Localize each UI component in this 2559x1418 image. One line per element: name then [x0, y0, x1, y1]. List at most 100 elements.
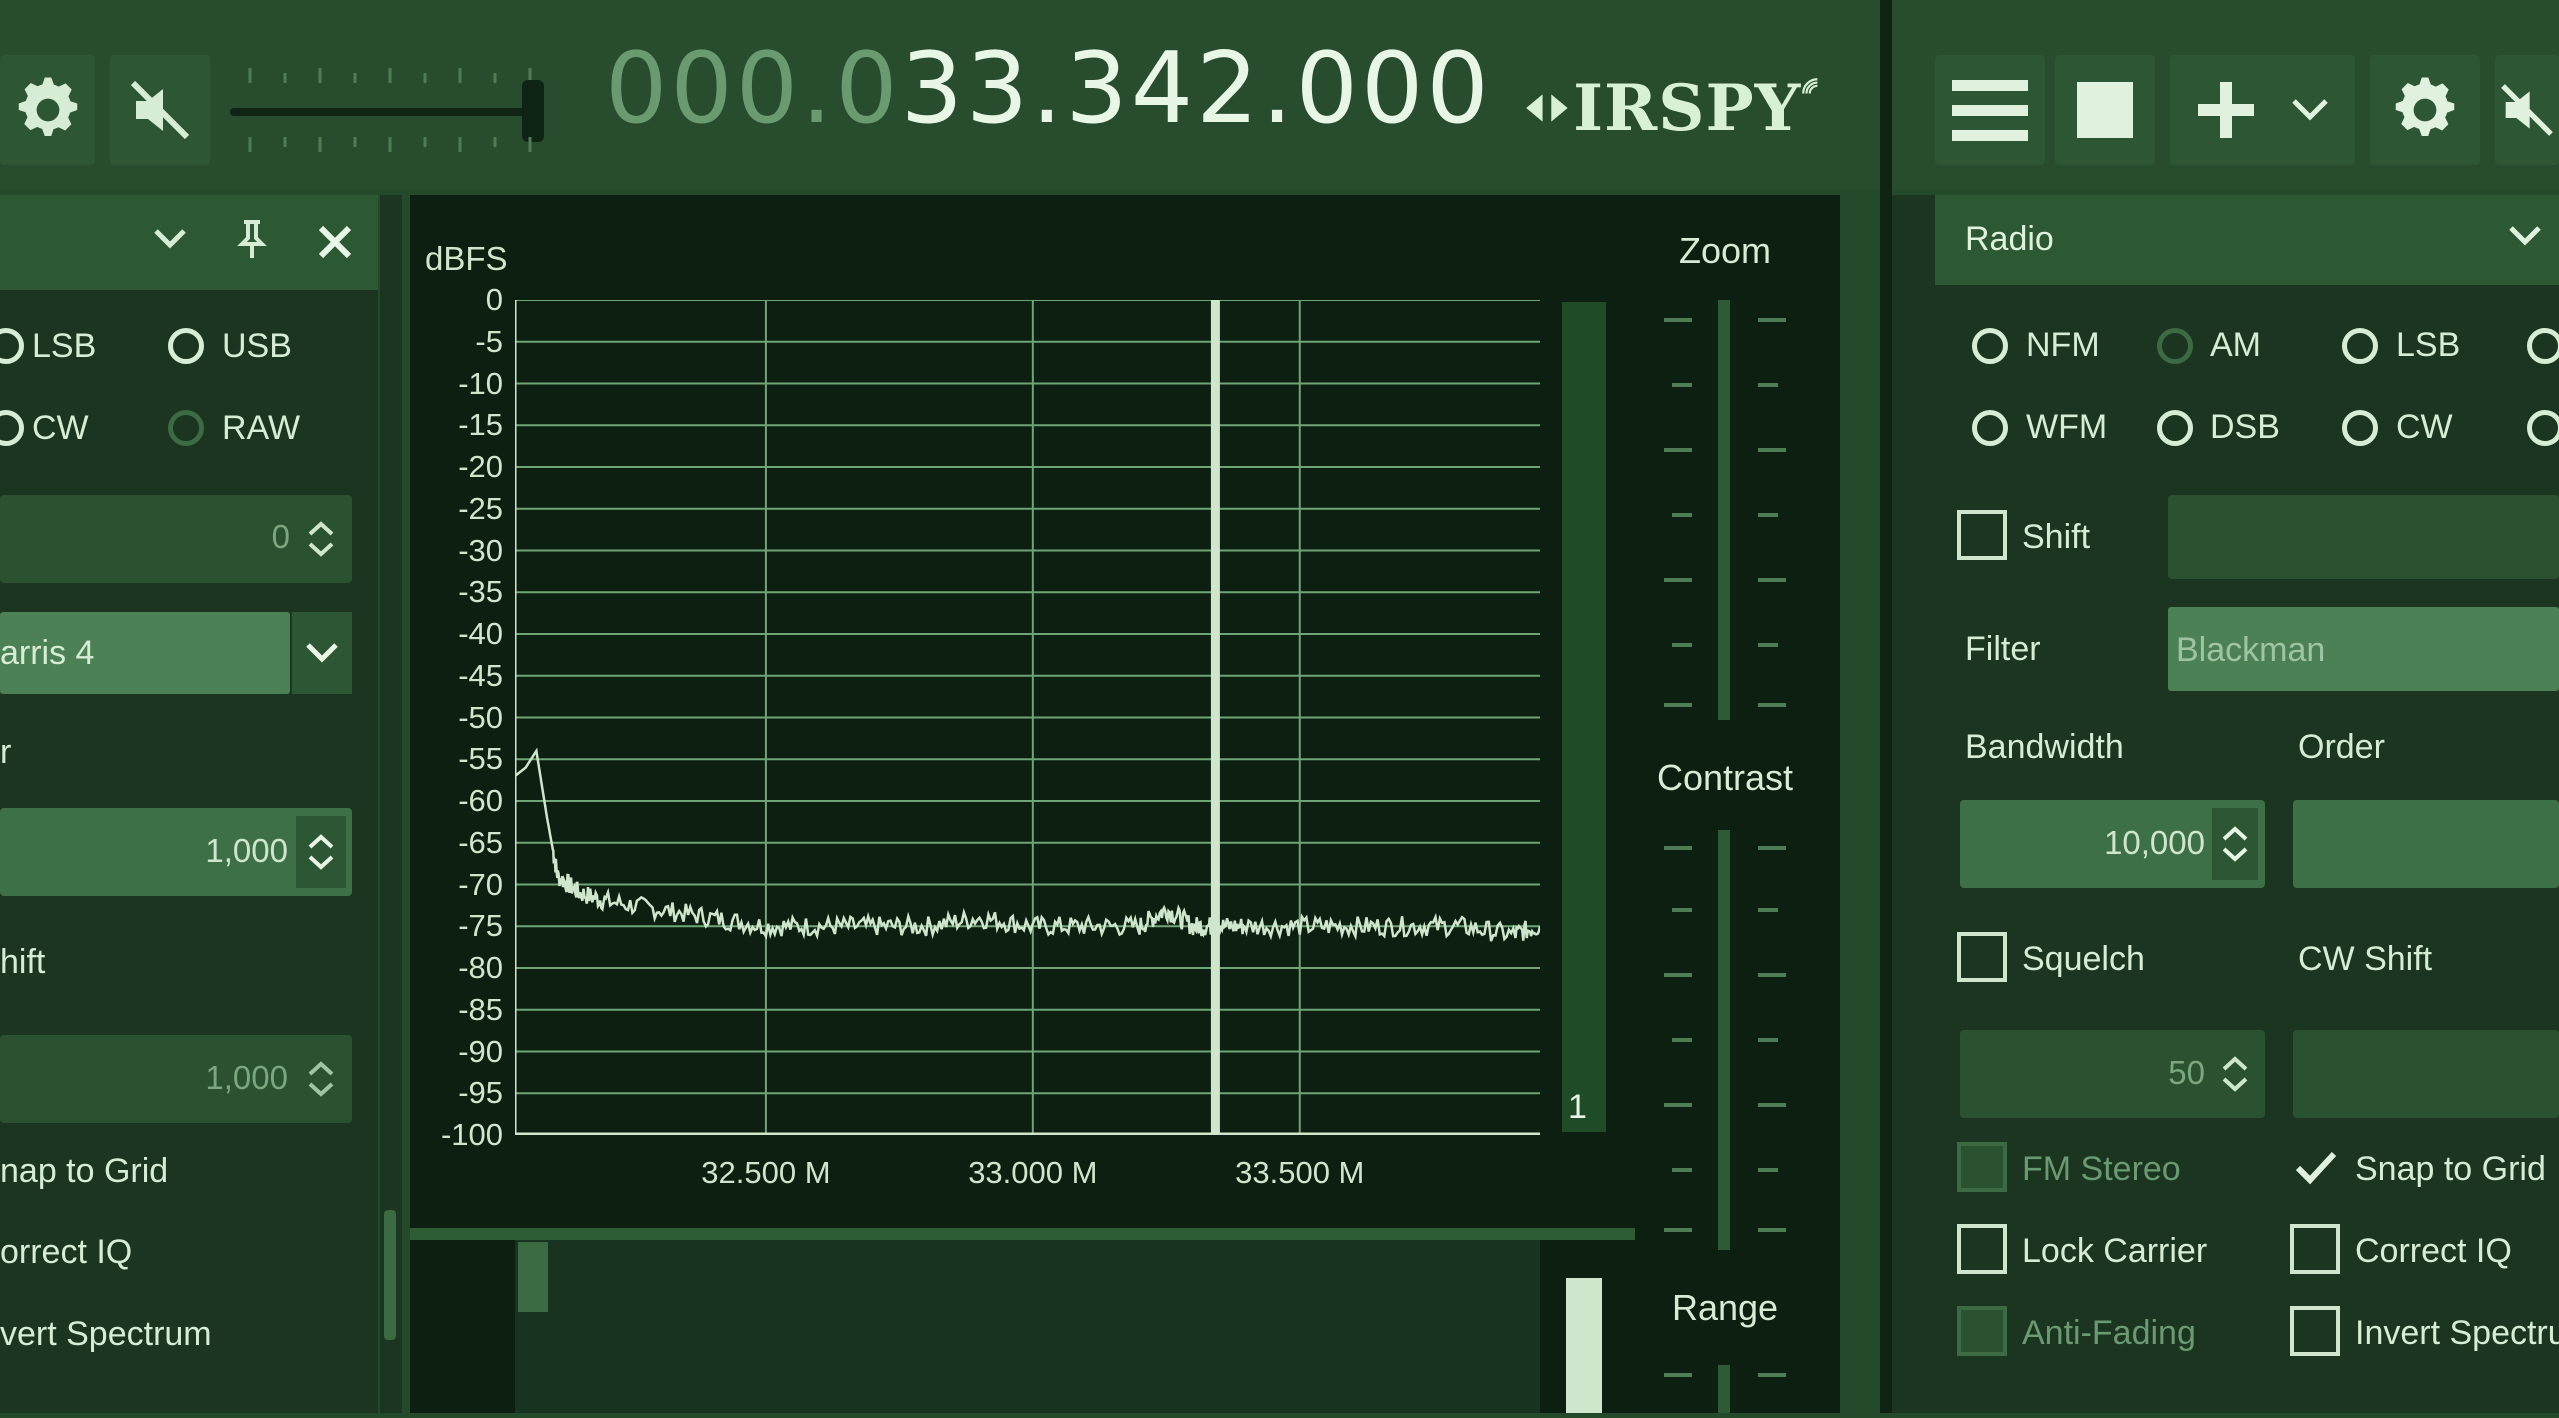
filter-label: r [0, 733, 12, 771]
chevron-up-icon[interactable] [306, 520, 336, 538]
chevron-down-icon[interactable] [306, 1080, 336, 1098]
frequency-leading-digits[interactable]: 000.0 [605, 32, 901, 146]
spinbox-arrows[interactable] [296, 816, 346, 888]
y-tick-label: -45 [458, 657, 503, 693]
radio-lsb-right[interactable] [2342, 328, 2378, 364]
speaker-muted-icon [2501, 84, 2553, 136]
range-slider[interactable] [1662, 1365, 1788, 1413]
y-tick-label: -5 [475, 323, 503, 359]
close-icon[interactable] [315, 222, 355, 262]
spinbox-arrows[interactable] [2212, 1038, 2258, 1110]
y-tick-label: -15 [458, 407, 503, 443]
spinbox-arrows[interactable] [296, 503, 346, 575]
y-tick-label: -35 [458, 574, 503, 610]
spinbox-arrows[interactable] [296, 1043, 346, 1115]
radio-lsb-right-label: LSB [2396, 326, 2461, 364]
radio-cw-right[interactable] [2342, 410, 2378, 446]
settings-button[interactable] [0, 55, 95, 165]
bandwidth-spinbox-value[interactable]: 1,000 [0, 832, 288, 870]
add-button[interactable] [2170, 55, 2355, 165]
y-tick-label: -65 [458, 824, 503, 860]
arrows-icon [1526, 94, 1568, 122]
window-divider [1880, 0, 1892, 1413]
chevron-down-icon[interactable] [2220, 845, 2250, 863]
radio-dsb[interactable] [2157, 410, 2193, 446]
invert-spectrum-right-checkbox[interactable] [2290, 1306, 2340, 1356]
snap-grid-checkbox[interactable] [2290, 1142, 2342, 1194]
y-tick-label: -80 [458, 950, 503, 985]
bandwidth-spinbox-right-value[interactable]: 10,000 [1960, 824, 2205, 862]
chevron-up-icon[interactable] [2220, 1055, 2250, 1073]
contrast-slider[interactable] [1662, 830, 1788, 1250]
chevron-up-icon[interactable] [2220, 825, 2250, 843]
chevron-up-icon[interactable] [306, 1060, 336, 1078]
volume-slider-handle[interactable] [522, 80, 544, 142]
waterfall[interactable] [515, 1240, 1540, 1413]
scrollbar-thumb[interactable] [384, 1210, 396, 1340]
waterfall-splitter[interactable] [410, 1228, 1635, 1240]
bandwidth-spinbox[interactable]: 1,000 [0, 808, 352, 896]
squelch-spinbox-value[interactable]: 50 [1960, 1054, 2205, 1092]
zoom-slider[interactable] [1662, 300, 1788, 720]
chevron-down-icon[interactable] [2220, 1075, 2250, 1093]
radio-cw-right-label: CW [2396, 408, 2453, 446]
shift-value-input[interactable] [2168, 495, 2559, 579]
radio-usb-right[interactable] [2527, 328, 2559, 364]
pin-icon[interactable] [232, 218, 272, 262]
mute-button-right[interactable] [2495, 55, 2559, 165]
filter-dropdown-value[interactable]: Blackman [2176, 631, 2325, 670]
shift-checkbox[interactable] [1957, 510, 2007, 560]
shift-spinbox[interactable]: 1,000 [0, 1035, 352, 1123]
y-tick-label: -95 [458, 1075, 503, 1111]
y-tick-label: -60 [458, 783, 503, 818]
radio-wfm[interactable] [1972, 410, 2008, 446]
radio-nfm[interactable] [1972, 328, 2008, 364]
window-dropdown[interactable]: arris 4 [0, 612, 290, 694]
menu-button[interactable] [1935, 55, 2045, 165]
filter-dropdown[interactable]: Blackman [2168, 607, 2559, 691]
anti-fading-checkbox[interactable] [1957, 1306, 2007, 1356]
cw-shift-label: CW Shift [2298, 940, 2433, 978]
correct-iq-checkbox[interactable]: orrect IQ [0, 1233, 132, 1272]
volume-slider[interactable] [230, 108, 540, 116]
shift-spinbox-value[interactable]: 1,000 [0, 1059, 288, 1097]
invert-spectrum-checkbox[interactable]: vert Spectrum [0, 1315, 212, 1354]
radio-raw[interactable] [168, 410, 204, 446]
window-dropdown-value[interactable]: arris 4 [0, 634, 94, 673]
chevron-down-icon[interactable] [2505, 222, 2545, 252]
radio-usb[interactable] [168, 328, 204, 364]
correct-iq-right-checkbox[interactable] [2290, 1224, 2340, 1274]
spinbox-arrows[interactable] [2212, 808, 2258, 880]
frequency-active-digits[interactable]: 33.342.000 [901, 32, 1492, 146]
waterfall-level [1566, 1278, 1602, 1413]
offset-spinbox-value[interactable]: 0 [0, 518, 290, 556]
chevron-down-icon[interactable] [306, 853, 336, 871]
window-dropdown-toggle[interactable] [292, 612, 352, 694]
radio-raw-right[interactable] [2527, 410, 2559, 446]
cw-shift-spinbox[interactable] [2293, 1030, 2559, 1118]
order-spinbox[interactable] [2293, 800, 2559, 888]
chevron-up-icon[interactable] [306, 833, 336, 851]
stop-button[interactable] [2055, 55, 2155, 165]
radio-nfm-label: NFM [2026, 326, 2100, 364]
x-tick-label: 33.000 M [968, 1155, 1098, 1190]
squelch-spinbox[interactable]: 50 [1960, 1030, 2265, 1118]
radio-am[interactable] [2157, 328, 2193, 364]
chevron-down-icon[interactable] [306, 540, 336, 558]
snap-to-grid-checkbox[interactable]: nap to Grid [0, 1152, 168, 1191]
stop-icon [2077, 82, 2133, 138]
chevron-down-icon [306, 643, 338, 663]
bandwidth-spinbox-right[interactable]: 10,000 [1960, 800, 2265, 888]
chevron-down-icon[interactable] [150, 225, 190, 255]
frequency-display[interactable]: 000.033.342.000 [605, 40, 1492, 138]
source-panel [0, 195, 378, 1413]
offset-spinbox[interactable]: 0 [0, 495, 352, 583]
invert-spectrum-right-label: Invert Spectru [2355, 1314, 2559, 1352]
mute-button[interactable] [110, 55, 210, 165]
shift-checkbox-label: Shift [2022, 518, 2091, 556]
fm-stereo-checkbox[interactable] [1957, 1142, 2007, 1192]
squelch-checkbox[interactable] [1957, 932, 2007, 982]
settings-button-right[interactable] [2370, 55, 2480, 165]
lock-carrier-checkbox[interactable] [1957, 1224, 2007, 1274]
fft-plot[interactable] [515, 300, 1540, 1135]
